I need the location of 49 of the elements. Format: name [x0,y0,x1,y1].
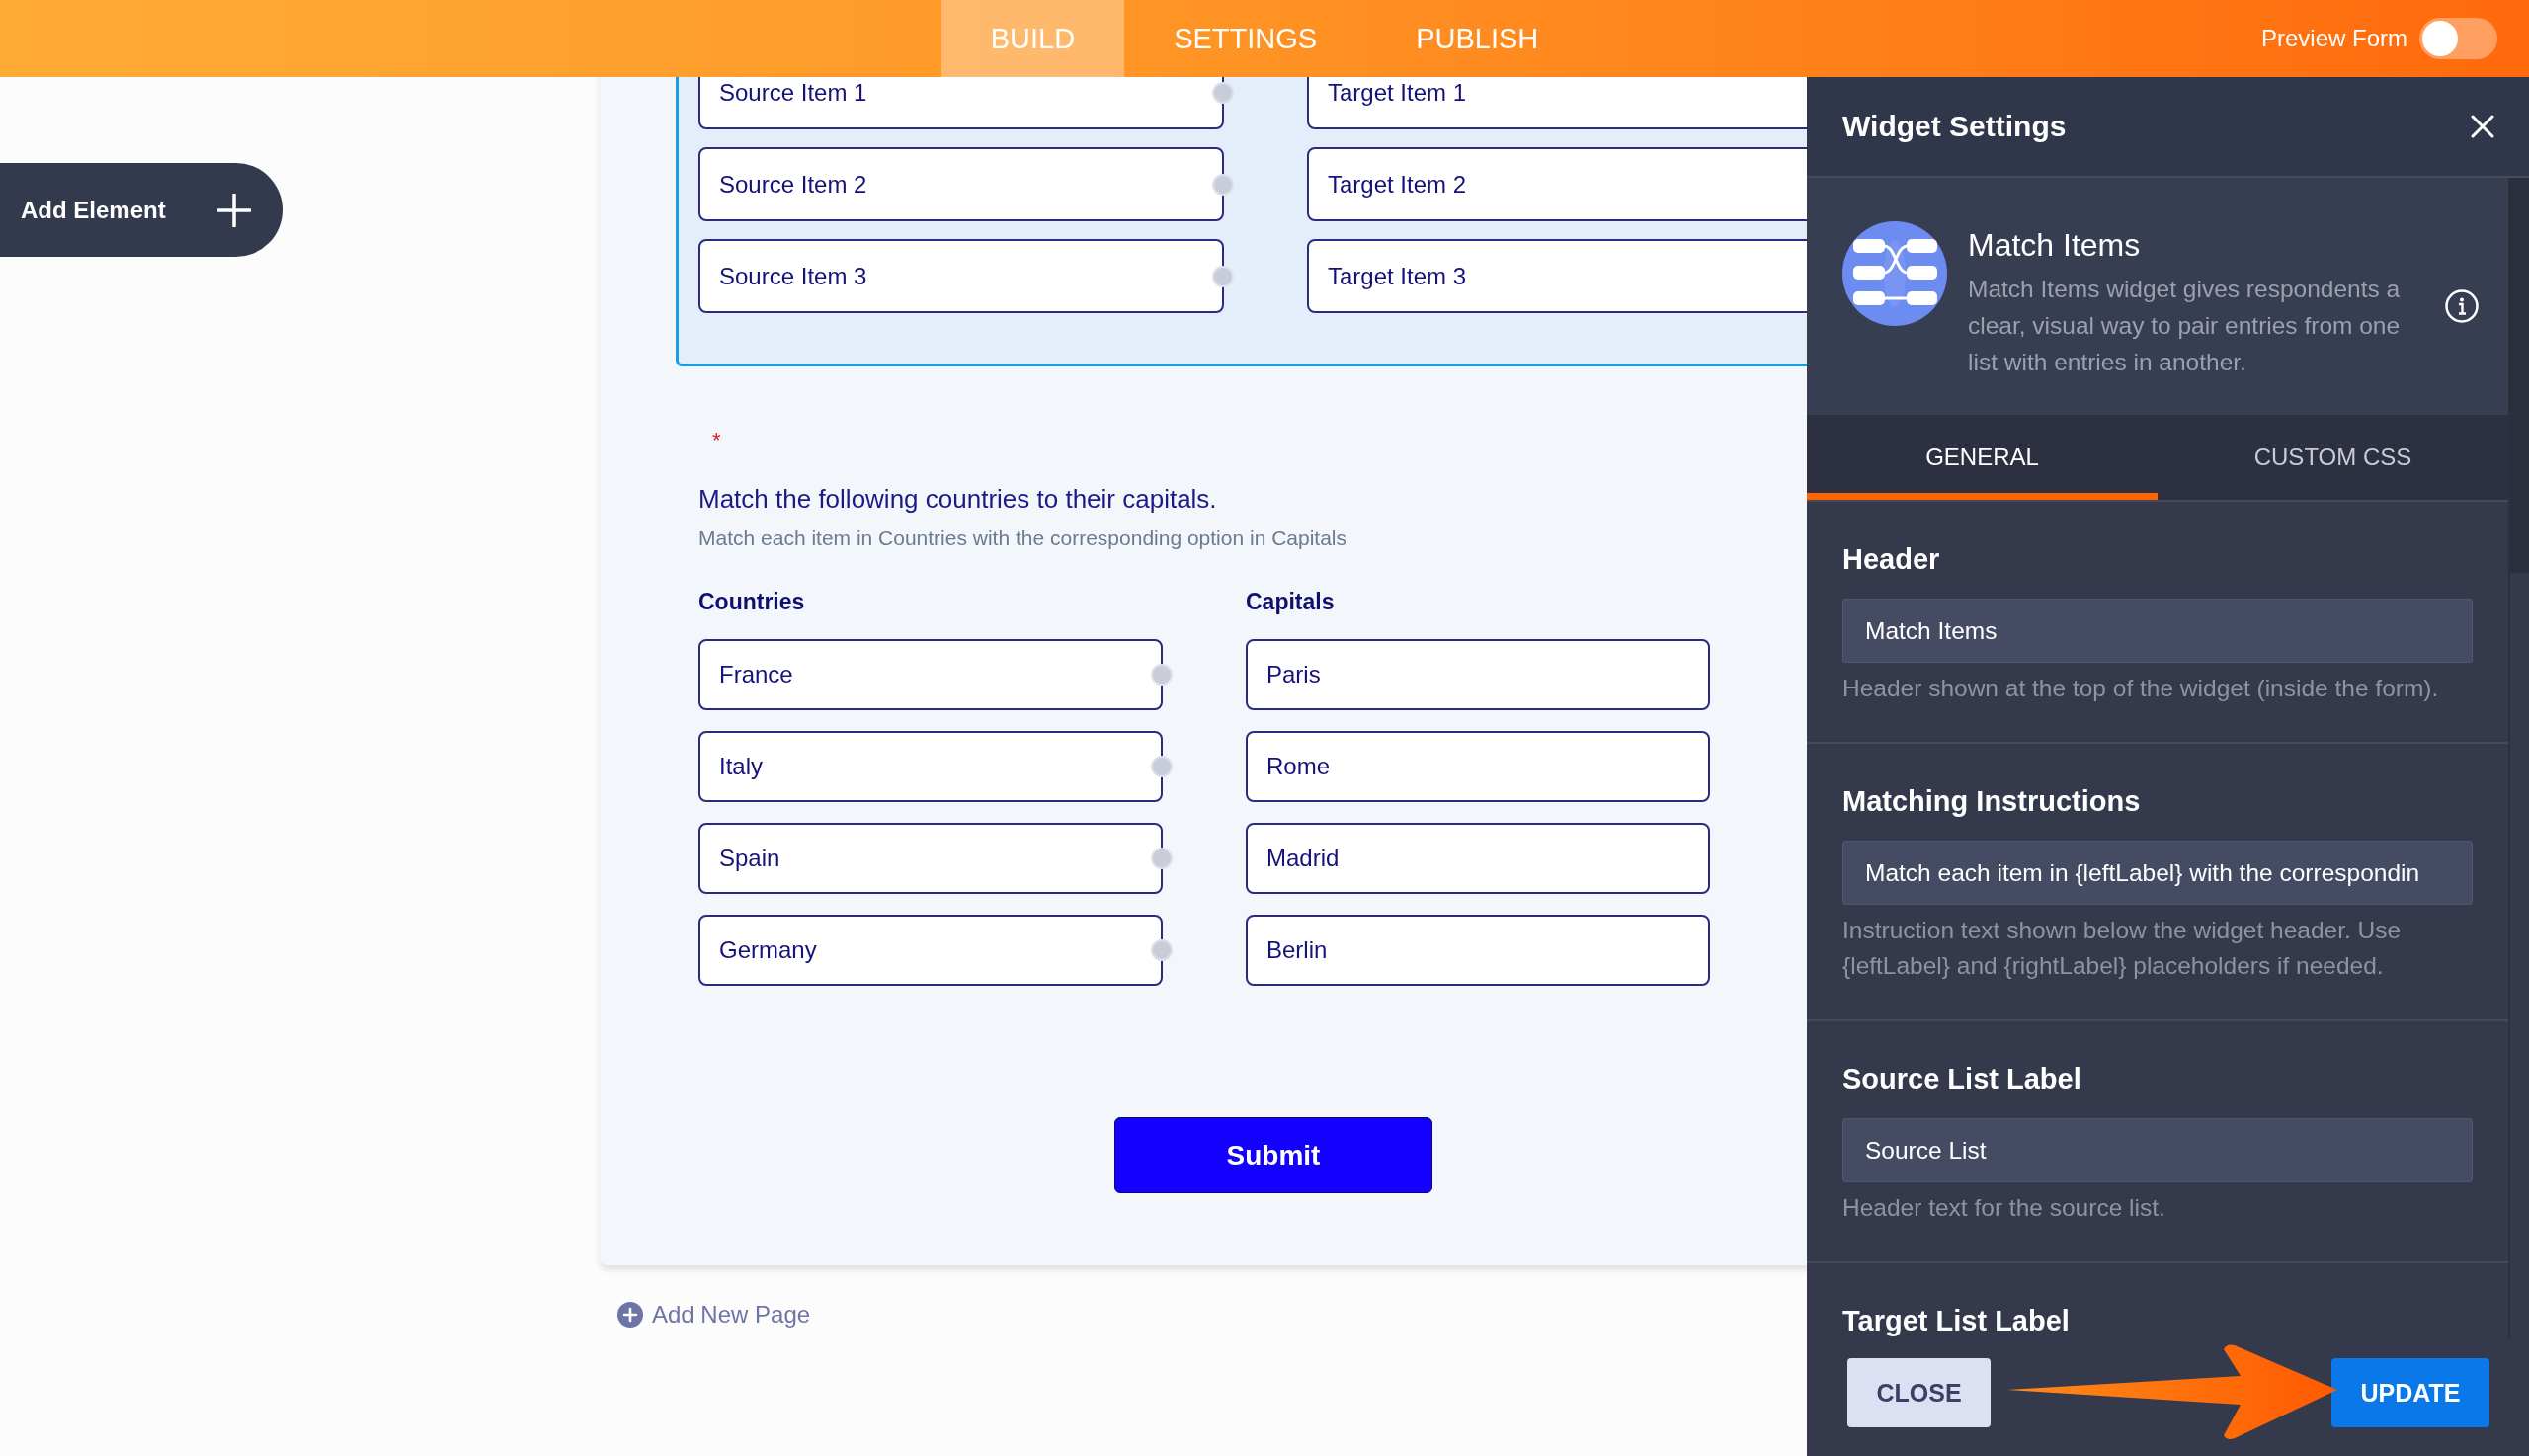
required-mark: * [712,428,722,453]
matching-lines-icon [1842,221,1947,326]
handle-dot-icon[interactable] [1151,756,1173,777]
question-block[interactable]: * Match the following countries to their capitals. Match each item in Countries with the corresponding option in Capitals Countries Capitals France Paris Italy Rome Spain Madrid Germany Berlin [676,366,1807,1039]
text-input[interactable]: Match Items [1842,599,2473,663]
question-instructions: Match each item in Countries with the corresponding option in Capitals [698,526,1347,551]
handle-dot-icon[interactable] [1212,265,1234,287]
help-text: Header shown at the top of the widget (inside the form). [1842,674,2440,703]
add-page-link[interactable]: Add New Page [617,1301,811,1329]
target-item[interactable]: Paris [1246,639,1710,710]
field-label: Target List Label [1842,1304,2071,1338]
widget-name: Match Items [1968,226,2142,265]
panel-tab[interactable]: CUSTOM CSS [2158,415,2508,500]
question-block[interactable]: Source Item 1 Target Item 1 Source Item 2 Target Item 2 Source Item 3 Target Item 3 [676,77,1807,366]
close-icon[interactable] [2471,115,2494,138]
plus-circle-icon [617,1302,643,1328]
plus-icon [217,193,251,227]
info-icon[interactable] [2445,288,2479,323]
panel-tab[interactable]: GENERAL [1807,415,2158,500]
widget-description: Match Items widget gives respondents a clear, visual way to pair entries from one list with entries in another. [1968,275,2402,377]
target-item[interactable]: Berlin [1246,915,1710,986]
add-element-button[interactable]: Add Element [0,163,283,257]
target-item[interactable]: Target Item 1 [1307,77,1807,129]
close-button[interactable]: CLOSE [1847,1358,1991,1427]
target-item[interactable]: Target Item 3 [1307,239,1807,313]
field-label: Header [1842,542,1941,577]
submit-button[interactable]: Submit [1114,1117,1432,1193]
column-label: Capitals [1246,588,1336,616]
toggle-label: Preview Form [2260,25,2407,52]
handle-dot-icon[interactable] [1151,848,1173,869]
handle-dot-icon[interactable] [1151,664,1173,686]
preview-toggle[interactable] [2419,18,2497,59]
column-label: Countries [698,588,806,616]
question-title: Match the following countries to their capitals. [698,483,1218,515]
text-input[interactable]: Source List [1842,1118,2473,1182]
target-item[interactable]: Target Item 2 [1307,147,1807,221]
help-text: Header text for the source list. [1842,1193,2166,1223]
handle-dot-icon[interactable] [1151,939,1173,961]
scrollbar-thumb[interactable] [2510,178,2529,573]
target-item[interactable]: Madrid [1246,823,1710,894]
field-label: Matching Instructions [1842,784,2142,819]
handle-dot-icon[interactable] [1212,173,1234,196]
panel-title: Widget Settings [1842,110,2067,143]
help-text: Instruction text shown below the widget header. Use {leftLabel} and {rightLabel} placeholders if needed. [1842,916,2403,981]
text-input[interactable]: Match each item in {leftLabel} with the correspondin [1842,841,2473,905]
field-label: Source List Label [1842,1062,2082,1096]
handle-dot-icon[interactable] [1212,81,1234,104]
target-item[interactable]: Rome [1246,731,1710,802]
update-button[interactable]: UPDATE [2331,1358,2489,1427]
